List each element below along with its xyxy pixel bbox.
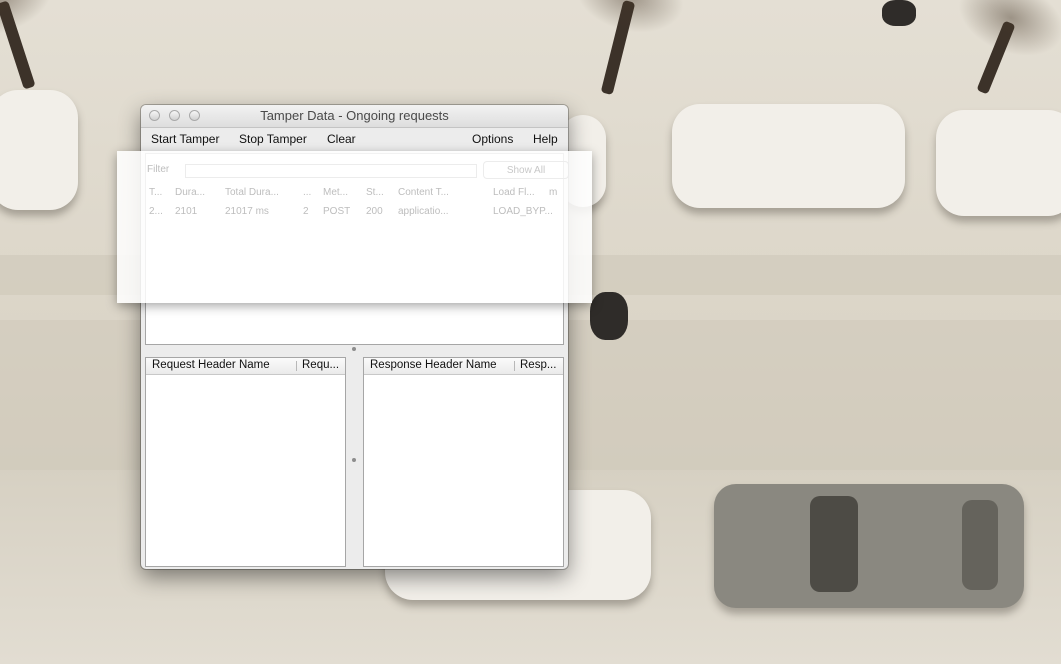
request-cell: LOAD_BYP...	[493, 206, 553, 217]
column-header[interactable]: Total Dura...	[225, 187, 279, 198]
request-cell: 2	[303, 206, 309, 217]
wallpaper-tree	[0, 0, 36, 90]
column-header[interactable]: Content T...	[398, 187, 449, 198]
wallpaper-car	[936, 110, 1061, 216]
wallpaper-tree	[600, 0, 636, 96]
column-header[interactable]: Dura...	[175, 187, 205, 198]
request-cell: applicatio...	[398, 206, 449, 217]
help-menu[interactable]: Help	[533, 132, 558, 146]
request-cell: 2101	[175, 206, 198, 217]
column-header[interactable]: Met...	[323, 187, 348, 198]
request-header-value-column[interactable]: Requ...	[302, 359, 344, 371]
menubar: Start Tamper Stop Tamper Clear Options H…	[141, 128, 568, 150]
response-headers-table[interactable]: Response Header Name Resp...	[363, 357, 564, 567]
wallpaper-car-dark	[714, 484, 1024, 608]
wallpaper-car	[672, 104, 905, 208]
request-cell: 2...	[149, 206, 163, 217]
column-header[interactable]: Load Fl...	[493, 187, 535, 198]
wallpaper-person	[590, 292, 628, 340]
clear-button[interactable]: Clear	[327, 132, 356, 146]
wallpaper-person	[882, 0, 916, 26]
column-header[interactable]: m	[549, 187, 557, 198]
window-title: Tamper Data - Ongoing requests	[260, 108, 449, 123]
filter-input[interactable]	[185, 164, 477, 178]
column-separator	[514, 361, 515, 371]
request-headers-header: Request Header Name Requ...	[146, 358, 345, 375]
response-header-name-column[interactable]: Response Header Name	[370, 359, 510, 371]
column-header[interactable]: ...	[303, 187, 311, 198]
show-all-button[interactable]: Show All	[483, 161, 569, 179]
stop-tamper-button[interactable]: Stop Tamper	[239, 132, 307, 146]
request-headers-table[interactable]: Request Header Name Requ...	[145, 357, 346, 567]
window-titlebar[interactable]: Tamper Data - Ongoing requests	[141, 105, 568, 128]
horizontal-splitter-handle[interactable]	[352, 347, 356, 351]
request-cell: POST	[323, 206, 351, 217]
filter-label: Filter	[147, 164, 170, 175]
request-cell: 21017 ms	[225, 206, 269, 217]
column-separator	[296, 361, 297, 371]
wallpaper-car	[0, 90, 78, 210]
requests-overlay-panel: Filter Show All T... Dura... Total Dura.…	[117, 151, 592, 303]
request-cell: 200	[366, 206, 383, 217]
options-menu[interactable]: Options	[472, 132, 513, 146]
column-header[interactable]: T...	[149, 187, 162, 198]
column-header[interactable]: St...	[366, 187, 384, 198]
request-header-name-column[interactable]: Request Header Name	[152, 359, 292, 371]
start-tamper-button[interactable]: Start Tamper	[151, 132, 219, 146]
response-header-value-column[interactable]: Resp...	[520, 359, 562, 371]
vertical-splitter-handle[interactable]	[352, 458, 356, 462]
wallpaper-tree	[976, 20, 1016, 95]
response-headers-header: Response Header Name Resp...	[364, 358, 563, 375]
